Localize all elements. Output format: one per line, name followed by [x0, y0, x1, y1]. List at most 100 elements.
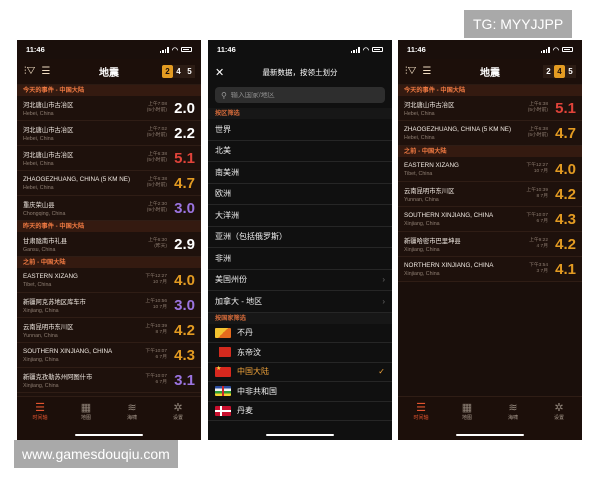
tab-gear[interactable]: ✲ 设置	[536, 397, 582, 440]
magnitude-segment[interactable]: 245	[543, 65, 576, 78]
tab-label: 设置	[553, 415, 564, 421]
country-label: 中非共和国	[237, 386, 277, 396]
region-item[interactable]: 大洋洲	[208, 205, 392, 227]
quake-time-relative: 4 7月	[536, 244, 548, 249]
region-item[interactable]: 北美	[208, 141, 392, 162]
quake-row[interactable]: NORTHERN XINJIANG, CHINA Xinjiang, China 下…	[398, 257, 582, 282]
quake-row[interactable]: 重庆荣山县 Chongqing, China 上午2:30 (9小时前) 3.0	[17, 196, 201, 221]
region-item[interactable]: 南美洲	[208, 162, 392, 184]
quake-time-relative: (5小时前)	[146, 183, 167, 188]
gear-icon: ✲	[554, 402, 564, 414]
quake-region: Hebei, China	[404, 110, 435, 117]
region-label: 南美洲	[215, 167, 239, 177]
segment-2[interactable]: 2	[543, 65, 554, 78]
quake-place: 河北唐山市古冶区 Hebei, China	[23, 100, 139, 117]
region-item[interactable]: 美国州份 ›	[208, 270, 392, 291]
quake-row[interactable]: SOUTHERN XINJIANG, CHINA Xinjiang, China 下…	[398, 207, 582, 232]
quake-time-relative: (5小时前)	[527, 108, 548, 113]
quake-row[interactable]: 新疆哈密市巴里坤县 Xinjiang, China 上午9:22 4 7月 4.2	[398, 232, 582, 257]
wave-icon: ≋	[127, 402, 137, 414]
battery-icon	[562, 47, 573, 52]
quake-time: 上午7:02 (5小时前)	[139, 127, 167, 140]
quake-magnitude: 5.1	[174, 149, 195, 167]
quake-row[interactable]: ZHAOGEZHUANG, CHINA (5 KM NE) Hebei, Chin…	[398, 121, 582, 146]
segment-2[interactable]: 2	[162, 65, 173, 78]
list-filter-icon[interactable]: ☰	[422, 66, 431, 77]
quake-row[interactable]: 新疆克孜勒苏州阿图什市 Xinjiang, China 下午10:07 6 7月 3.1	[17, 368, 201, 393]
quake-row[interactable]: ZHAOGEZHUANG, CHINA (5 KM NE) Hebei, Chin…	[17, 171, 201, 196]
filter-icon[interactable]: ⫶▽	[405, 66, 416, 77]
quake-row[interactable]: EASTERN XIZANG Tibet, China 下午12:27 10 7月 4.…	[17, 268, 201, 293]
filter-icon[interactable]: ⫶▽	[24, 66, 35, 77]
section-header: 之前 - 中国大陆	[17, 257, 201, 268]
quake-row[interactable]: 河北唐山市古冶区 Hebei, China 上午6:38 (5小时前) 5.1	[17, 146, 201, 171]
quake-row[interactable]: 新疆阿克苏地区库车市 Xinjiang, China 上午10:56 10 7月 3.0	[17, 293, 201, 318]
list-icon: ☰	[35, 402, 45, 414]
list-filter-icon[interactable]: ☰	[41, 66, 50, 77]
region-item[interactable]: 亚洲（包括俄罗斯）	[208, 227, 392, 248]
quake-region: Tibet, China	[23, 281, 52, 288]
tab-list[interactable]: ☰ 时间轴	[17, 397, 63, 440]
quake-time: 下午12:27 10 7月	[520, 163, 548, 176]
gear-icon: ✲	[173, 402, 183, 414]
quake-row[interactable]: 云南昆明市东川区 Yunnan, China 上午10:39 8 7月 4.2	[398, 182, 582, 207]
chevron-right-icon: ›	[382, 296, 385, 306]
magnitude-segment[interactable]: 245	[162, 65, 195, 78]
quake-row[interactable]: SOUTHERN XINJIANG, CHINA Xinjiang, China 下…	[17, 343, 201, 368]
country-item[interactable]: 不丹	[208, 324, 392, 343]
region-label: 加拿大 - 地区	[215, 296, 263, 306]
quake-place: 新疆克孜勒苏州阿图什市 Xinjiang, China	[23, 372, 139, 389]
region-item[interactable]: 非洲	[208, 248, 392, 270]
quake-region: Xinjiang, China	[23, 307, 59, 314]
quake-location: 新疆阿克苏地区库车市	[23, 298, 86, 306]
tab-gear[interactable]: ✲ 设置	[155, 397, 201, 440]
section-countries: 按国家筛选	[208, 312, 392, 324]
quake-row[interactable]: 甘肃陇南市礼县 Gansu, China 上午6:30 (昨天) 2.9	[17, 232, 201, 257]
chevron-right-icon: ›	[382, 275, 385, 285]
close-icon[interactable]: ✕	[215, 66, 224, 79]
tab-label: 时间轴	[413, 415, 429, 421]
quake-row[interactable]: 河北唐山市古冶区 Hebei, China 上午7:02 (5小时前) 2.2	[17, 121, 201, 146]
wifi-icon: ◠	[552, 46, 559, 54]
quake-location: ZHAOGEZHUANG, CHINA (5 KM NE)	[404, 125, 512, 133]
quake-row[interactable]: 云南昆明市东川区 Yunnan, China 上午10:39 8 7月 4.2	[17, 318, 201, 343]
quake-row[interactable]: EASTERN XIZANG Tibet, China 下午12:27 10 7月 4.…	[398, 157, 582, 182]
watermark-top: TG: MYYJJPP	[464, 10, 573, 38]
quake-time-relative: 6 7月	[155, 355, 167, 360]
quake-region: Chongqing, China	[23, 210, 66, 217]
timor-flag-icon	[215, 347, 231, 358]
quake-row[interactable]: 河北唐山市古冶区 Hebei, China 上午7:08 (5小时前) 2.0	[17, 96, 201, 121]
quake-time: 下午12:27 10 7月	[139, 274, 167, 287]
search-icon: ⚲	[221, 90, 227, 100]
earthquake-list: 今天的事件 - 中国大陆 河北唐山市古冶区 Hebei, China 上午7:08 (5…	[17, 85, 201, 418]
quake-magnitude: 2.2	[174, 124, 195, 142]
segment-4[interactable]: 4	[554, 65, 565, 78]
country-item[interactable]: 丹麦	[208, 402, 392, 421]
quake-region: Hebei, China	[23, 135, 54, 142]
segment-4[interactable]: 4	[173, 65, 184, 78]
quake-row[interactable]: 河北唐山市古冶区 Hebei, China 上午6:38 (5小时前) 5.1	[398, 96, 582, 121]
country-item[interactable]: 中非共和国	[208, 382, 392, 402]
tab-label: 地图	[461, 415, 472, 421]
country-item[interactable]: 中国大陆 ✓	[208, 363, 392, 382]
search-input[interactable]	[230, 91, 371, 99]
search-box[interactable]: ⚲	[215, 87, 385, 103]
tab-list[interactable]: ☰ 时间轴	[398, 397, 444, 440]
quake-place: ZHAOGEZHUANG, CHINA (5 KM NE) Hebei, Chin…	[23, 176, 139, 191]
quake-location: ZHAOGEZHUANG, CHINA (5 KM NE)	[23, 175, 131, 183]
quake-magnitude: 4.7	[555, 124, 576, 142]
quake-place: 云南昆明市东川区 Yunnan, China	[23, 322, 139, 339]
tab-label: 地图	[80, 415, 91, 421]
country-item[interactable]: 东帝汶	[208, 343, 392, 363]
segment-5[interactable]: 5	[184, 65, 195, 78]
battery-icon	[181, 47, 192, 52]
region-item[interactable]: 欧洲	[208, 184, 392, 205]
quake-location: 云南昆明市东川区	[404, 187, 455, 195]
tab-label: 海啸	[126, 415, 137, 421]
region-item[interactable]: 加拿大 - 地区 ›	[208, 291, 392, 313]
quake-magnitude: 4.2	[555, 185, 576, 203]
segment-5[interactable]: 5	[565, 65, 576, 78]
quake-time: 下午10:07 6 7月	[139, 374, 167, 387]
region-item[interactable]: 世界	[208, 119, 392, 141]
quake-location: NORTHERN XINJIANG, CHINA	[404, 261, 494, 269]
